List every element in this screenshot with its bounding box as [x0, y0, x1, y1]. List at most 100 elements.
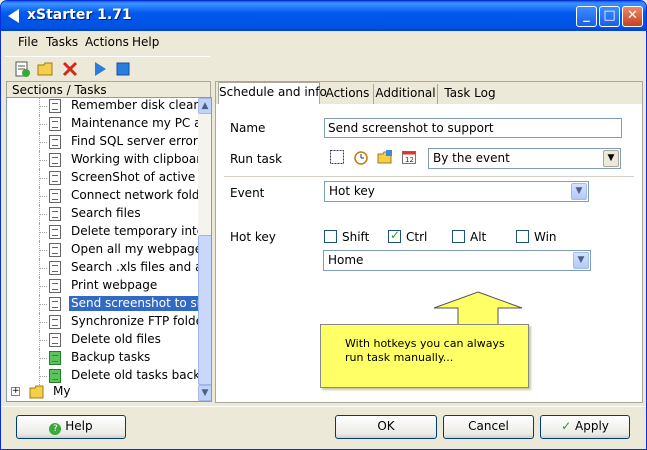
task-doc-icon — [49, 279, 61, 293]
name-label: Name — [230, 121, 266, 135]
maximize-button[interactable]: □ — [599, 6, 620, 27]
tree-item-task[interactable]: Search .xls files and arc... — [7, 259, 211, 277]
tree-item-task[interactable]: Remember disk cleanu... — [7, 98, 211, 115]
bottom-bar: ? Help OK Cancel ✓ Apply — [1, 406, 646, 449]
tree-item-task[interactable]: Connect network folders — [7, 187, 211, 205]
tree-folder-my[interactable]: + My — [7, 383, 197, 401]
help-button[interactable]: ? Help — [16, 415, 126, 439]
alt-checkbox[interactable] — [452, 230, 465, 243]
menu-file[interactable]: File — [18, 35, 38, 49]
stop-icon[interactable] — [114, 60, 132, 78]
run-task-value: By the event — [433, 151, 510, 165]
run-icon[interactable] — [91, 60, 109, 78]
task-doc-icon — [49, 135, 61, 149]
toolbar — [5, 56, 210, 80]
task-doc-icon — [49, 117, 61, 131]
tree-item-task[interactable]: Search files — [7, 205, 197, 223]
tree-item-task[interactable]: Synchronize FTP folder... — [7, 313, 211, 331]
win-checkbox[interactable] — [516, 230, 529, 243]
app-logo-icon — [8, 9, 19, 23]
delete-icon[interactable] — [61, 60, 79, 78]
maximize-icon: □ — [603, 8, 616, 23]
pointer-arrow-icon — [433, 291, 523, 326]
tree-item-label: Find SQL server errors — [71, 134, 205, 148]
tab-additional[interactable]: Additional — [374, 84, 438, 104]
tree-item-task[interactable]: Maintenance my PC an... — [7, 115, 211, 133]
apply-button[interactable]: ✓ Apply — [540, 415, 630, 439]
tab-bar: Schedule and info Actions Additional Tas… — [216, 82, 642, 104]
close-button[interactable]: ✕ — [622, 6, 643, 27]
sidebar-header: Sections / Tasks — [6, 81, 211, 98]
ctrl-label: Ctrl — [406, 230, 428, 244]
tab-actions[interactable]: Actions — [322, 84, 374, 104]
tree-item-task[interactable]: Send screenshot to sup... — [7, 295, 211, 313]
tree-item-label: Search files — [71, 206, 141, 220]
tree-scrollbar[interactable]: ▲ ▼ — [198, 98, 211, 401]
tree-item-label: Connect network folders — [71, 188, 212, 202]
task-doc-icon — [49, 261, 61, 275]
ctrl-checkbox[interactable] — [388, 228, 401, 243]
calendar-icon[interactable]: 12 — [401, 149, 417, 165]
folder-monitor-icon[interactable] — [377, 149, 393, 165]
tree-item-task[interactable]: Backup tasks — [7, 349, 197, 367]
tree-guide-dots — [39, 286, 47, 287]
menu-actions[interactable]: Actions — [85, 35, 129, 49]
tab-content: Name Send screenshot to support Run task… — [216, 104, 642, 402]
tree-item-task[interactable]: ScreenShot of active w... — [7, 169, 211, 187]
expand-icon[interactable]: + — [11, 387, 20, 396]
tree-guide-dots — [39, 160, 47, 161]
tree-folder-label: My — [53, 384, 71, 398]
tree-item-label: Delete old tasks backups — [71, 368, 212, 382]
tree-item-task[interactable]: Find SQL server errors — [7, 133, 204, 151]
cancel-button[interactable]: Cancel — [443, 415, 534, 439]
close-icon: ✕ — [627, 8, 638, 23]
tree-item-task[interactable]: Working with clipboard ... — [7, 151, 211, 169]
menu-help[interactable]: Help — [132, 35, 159, 49]
task-doc-icon — [49, 189, 61, 203]
shift-label: Shift — [342, 230, 370, 244]
tree-item-task[interactable]: Print webpage — [7, 277, 197, 295]
tree-item-task[interactable]: Open all my webpages — [7, 241, 208, 259]
tree-item-task[interactable]: Delete temporary intern... — [7, 223, 211, 241]
tree-guide-dots — [39, 250, 47, 251]
task-doc-icon — [49, 153, 61, 167]
manual-run-icon[interactable] — [329, 149, 345, 165]
task-tree[interactable]: Remember disk cleanu... Maintenance my PC… — [6, 97, 212, 402]
minimize-button[interactable]: _ — [576, 6, 597, 27]
scroll-up-button[interactable]: ▲ — [198, 98, 211, 114]
new-task-icon[interactable] — [13, 60, 31, 78]
task-green-icon — [49, 351, 61, 365]
shift-checkbox[interactable] — [324, 230, 337, 243]
tree-item-label: Delete old files — [71, 332, 161, 346]
tree-guide-dots — [39, 268, 47, 269]
hotkey-label: Hot key — [230, 230, 276, 244]
run-task-select[interactable]: By the event ▼ — [428, 148, 621, 169]
alt-label: Alt — [470, 230, 487, 244]
open-folder-icon[interactable] — [37, 60, 55, 78]
event-select[interactable]: Hot key ▼ — [324, 181, 589, 202]
tree-guide-dots — [39, 322, 47, 323]
run-task-label: Run task — [230, 152, 283, 166]
hint-tooltip: With hotkeys you can always run task man… — [320, 324, 529, 388]
hotkey-key-select[interactable]: Home ▼ — [323, 250, 591, 271]
menu-tasks[interactable]: Tasks — [46, 35, 78, 49]
apply-button-label: Apply — [575, 419, 609, 433]
title-bar[interactable]: xStarter 1.71 _ □ ✕ — [1, 1, 646, 31]
ok-button[interactable]: OK — [335, 415, 437, 439]
alarm-clock-icon[interactable] — [353, 149, 369, 165]
chevron-down-icon[interactable]: ▼ — [571, 183, 587, 200]
task-green-icon — [49, 369, 61, 383]
chevron-down-icon[interactable]: ▼ — [573, 252, 589, 269]
task-doc-icon — [49, 99, 61, 113]
task-name-field[interactable]: Send screenshot to support — [324, 118, 622, 138]
tree-item-task[interactable]: Delete old files — [7, 331, 197, 349]
dropdown-arrow-icon[interactable]: ▼ — [603, 150, 619, 167]
tree-guide-dots — [39, 232, 47, 233]
scroll-thumb[interactable] — [198, 235, 211, 385]
scroll-down-button[interactable]: ▼ — [198, 385, 211, 401]
help-icon: ? — [49, 423, 62, 435]
tab-schedule-and-info[interactable]: Schedule and info — [218, 82, 327, 104]
tab-task-log[interactable]: Task Log — [438, 84, 502, 104]
tree-item-label: Delete temporary intern... — [71, 224, 211, 238]
app-window: xStarter 1.71 _ □ ✕ File Tasks Actions H… — [0, 0, 647, 450]
